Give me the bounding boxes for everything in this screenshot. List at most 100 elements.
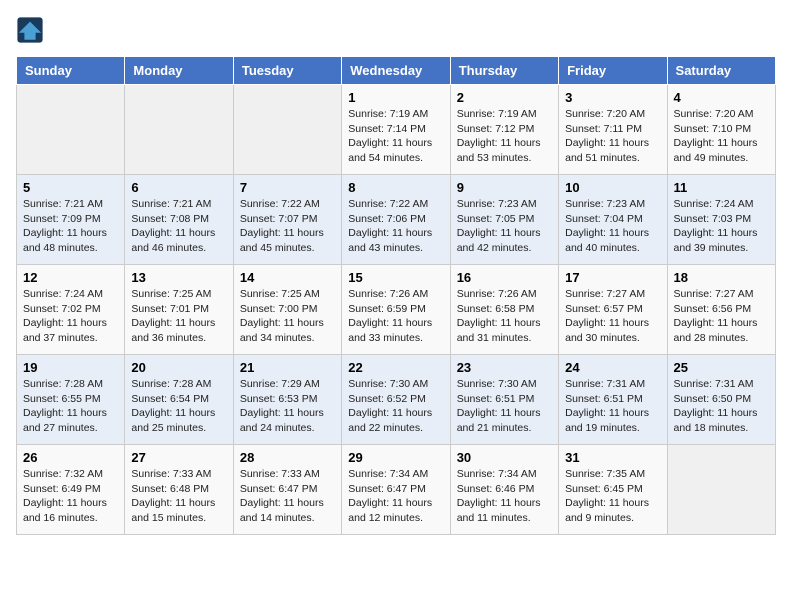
calendar-week-3: 12 Sunrise: 7:24 AM Sunset: 7:02 PM Dayli… xyxy=(17,265,776,355)
calendar-cell: 19 Sunrise: 7:28 AM Sunset: 6:55 PM Dayli… xyxy=(17,355,125,445)
calendar-cell: 27 Sunrise: 7:33 AM Sunset: 6:48 PM Dayli… xyxy=(125,445,233,535)
day-number: 20 xyxy=(131,360,226,375)
calendar-cell xyxy=(17,85,125,175)
calendar-cell: 25 Sunrise: 7:31 AM Sunset: 6:50 PM Dayli… xyxy=(667,355,775,445)
weekday-header-wednesday: Wednesday xyxy=(342,57,450,85)
day-number: 15 xyxy=(348,270,443,285)
weekday-header-saturday: Saturday xyxy=(667,57,775,85)
day-info: Sunrise: 7:23 AM Sunset: 7:05 PM Dayligh… xyxy=(457,197,552,256)
logo xyxy=(16,16,48,44)
page-header xyxy=(16,16,776,44)
day-number: 24 xyxy=(565,360,660,375)
calendar-cell: 22 Sunrise: 7:30 AM Sunset: 6:52 PM Dayli… xyxy=(342,355,450,445)
calendar-cell: 30 Sunrise: 7:34 AM Sunset: 6:46 PM Dayli… xyxy=(450,445,558,535)
day-number: 29 xyxy=(348,450,443,465)
day-info: Sunrise: 7:19 AM Sunset: 7:12 PM Dayligh… xyxy=(457,107,552,166)
calendar-cell: 21 Sunrise: 7:29 AM Sunset: 6:53 PM Dayli… xyxy=(233,355,341,445)
day-number: 26 xyxy=(23,450,118,465)
calendar-cell: 9 Sunrise: 7:23 AM Sunset: 7:05 PM Daylig… xyxy=(450,175,558,265)
day-info: Sunrise: 7:28 AM Sunset: 6:55 PM Dayligh… xyxy=(23,377,118,436)
calendar-cell: 13Sunrise: 7:25 AM Sunset: 7:01 PM Dayli… xyxy=(125,265,233,355)
day-number: 5 xyxy=(23,180,118,195)
day-number: 19 xyxy=(23,360,118,375)
calendar-week-4: 19 Sunrise: 7:28 AM Sunset: 6:55 PM Dayli… xyxy=(17,355,776,445)
day-info: Sunrise: 7:26 AM Sunset: 6:59 PM Dayligh… xyxy=(348,287,443,346)
calendar-cell xyxy=(233,85,341,175)
calendar-cell: 4 Sunrise: 7:20 AM Sunset: 7:10 PM Daylig… xyxy=(667,85,775,175)
day-info: Sunrise: 7:30 AM Sunset: 6:52 PM Dayligh… xyxy=(348,377,443,436)
day-info: Sunrise: 7:31 AM Sunset: 6:50 PM Dayligh… xyxy=(674,377,769,436)
calendar-cell: 7 Sunrise: 7:22 AM Sunset: 7:07 PM Daylig… xyxy=(233,175,341,265)
day-number: 4 xyxy=(674,90,769,105)
calendar-table: SundayMondayTuesdayWednesdayThursdayFrid… xyxy=(16,56,776,535)
day-info: Sunrise: 7:31 AM Sunset: 6:51 PM Dayligh… xyxy=(565,377,660,436)
calendar-cell: 17 Sunrise: 7:27 AM Sunset: 6:57 PM Dayli… xyxy=(559,265,667,355)
calendar-cell: 16 Sunrise: 7:26 AM Sunset: 6:58 PM Dayli… xyxy=(450,265,558,355)
calendar-cell: 2 Sunrise: 7:19 AM Sunset: 7:12 PM Daylig… xyxy=(450,85,558,175)
calendar-cell: 5 Sunrise: 7:21 AM Sunset: 7:09 PM Daylig… xyxy=(17,175,125,265)
calendar-cell: 3 Sunrise: 7:20 AM Sunset: 7:11 PM Daylig… xyxy=(559,85,667,175)
day-info: Sunrise: 7:19 AM Sunset: 7:14 PM Dayligh… xyxy=(348,107,443,166)
calendar-cell: 11Sunrise: 7:24 AM Sunset: 7:03 PM Dayli… xyxy=(667,175,775,265)
calendar-week-5: 26 Sunrise: 7:32 AM Sunset: 6:49 PM Dayli… xyxy=(17,445,776,535)
calendar-cell: 12 Sunrise: 7:24 AM Sunset: 7:02 PM Dayli… xyxy=(17,265,125,355)
calendar-cell: 8 Sunrise: 7:22 AM Sunset: 7:06 PM Daylig… xyxy=(342,175,450,265)
calendar-cell: 31Sunrise: 7:35 AM Sunset: 6:45 PM Dayli… xyxy=(559,445,667,535)
calendar-cell: 1Sunrise: 7:19 AM Sunset: 7:14 PM Daylig… xyxy=(342,85,450,175)
calendar-week-1: 1Sunrise: 7:19 AM Sunset: 7:14 PM Daylig… xyxy=(17,85,776,175)
day-number: 31 xyxy=(565,450,660,465)
weekday-header-row: SundayMondayTuesdayWednesdayThursdayFrid… xyxy=(17,57,776,85)
calendar-cell: 15 Sunrise: 7:26 AM Sunset: 6:59 PM Dayli… xyxy=(342,265,450,355)
day-number: 11 xyxy=(674,180,769,195)
day-number: 12 xyxy=(23,270,118,285)
calendar-week-2: 5 Sunrise: 7:21 AM Sunset: 7:09 PM Daylig… xyxy=(17,175,776,265)
calendar-cell: 28 Sunrise: 7:33 AM Sunset: 6:47 PM Dayli… xyxy=(233,445,341,535)
day-info: Sunrise: 7:21 AM Sunset: 7:08 PM Dayligh… xyxy=(131,197,226,256)
day-number: 25 xyxy=(674,360,769,375)
day-number: 27 xyxy=(131,450,226,465)
day-info: Sunrise: 7:33 AM Sunset: 6:48 PM Dayligh… xyxy=(131,467,226,526)
day-number: 3 xyxy=(565,90,660,105)
weekday-header-thursday: Thursday xyxy=(450,57,558,85)
calendar-cell: 10Sunrise: 7:23 AM Sunset: 7:04 PM Dayli… xyxy=(559,175,667,265)
day-number: 17 xyxy=(565,270,660,285)
calendar-body: 1Sunrise: 7:19 AM Sunset: 7:14 PM Daylig… xyxy=(17,85,776,535)
calendar-cell xyxy=(125,85,233,175)
calendar-cell xyxy=(667,445,775,535)
day-info: Sunrise: 7:28 AM Sunset: 6:54 PM Dayligh… xyxy=(131,377,226,436)
day-info: Sunrise: 7:32 AM Sunset: 6:49 PM Dayligh… xyxy=(23,467,118,526)
day-info: Sunrise: 7:22 AM Sunset: 7:06 PM Dayligh… xyxy=(348,197,443,256)
day-info: Sunrise: 7:27 AM Sunset: 6:57 PM Dayligh… xyxy=(565,287,660,346)
day-info: Sunrise: 7:20 AM Sunset: 7:11 PM Dayligh… xyxy=(565,107,660,166)
day-info: Sunrise: 7:24 AM Sunset: 7:02 PM Dayligh… xyxy=(23,287,118,346)
calendar-cell: 26 Sunrise: 7:32 AM Sunset: 6:49 PM Dayli… xyxy=(17,445,125,535)
calendar-cell: 20 Sunrise: 7:28 AM Sunset: 6:54 PM Dayli… xyxy=(125,355,233,445)
day-number: 8 xyxy=(348,180,443,195)
day-info: Sunrise: 7:26 AM Sunset: 6:58 PM Dayligh… xyxy=(457,287,552,346)
weekday-header-friday: Friday xyxy=(559,57,667,85)
day-number: 22 xyxy=(348,360,443,375)
day-number: 2 xyxy=(457,90,552,105)
weekday-header-sunday: Sunday xyxy=(17,57,125,85)
day-number: 30 xyxy=(457,450,552,465)
day-info: Sunrise: 7:23 AM Sunset: 7:04 PM Dayligh… xyxy=(565,197,660,256)
day-info: Sunrise: 7:30 AM Sunset: 6:51 PM Dayligh… xyxy=(457,377,552,436)
day-number: 6 xyxy=(131,180,226,195)
day-info: Sunrise: 7:34 AM Sunset: 6:46 PM Dayligh… xyxy=(457,467,552,526)
day-info: Sunrise: 7:21 AM Sunset: 7:09 PM Dayligh… xyxy=(23,197,118,256)
day-number: 28 xyxy=(240,450,335,465)
day-info: Sunrise: 7:22 AM Sunset: 7:07 PM Dayligh… xyxy=(240,197,335,256)
day-number: 9 xyxy=(457,180,552,195)
day-number: 7 xyxy=(240,180,335,195)
day-number: 21 xyxy=(240,360,335,375)
day-info: Sunrise: 7:33 AM Sunset: 6:47 PM Dayligh… xyxy=(240,467,335,526)
day-info: Sunrise: 7:27 AM Sunset: 6:56 PM Dayligh… xyxy=(674,287,769,346)
day-number: 16 xyxy=(457,270,552,285)
day-info: Sunrise: 7:29 AM Sunset: 6:53 PM Dayligh… xyxy=(240,377,335,436)
calendar-cell: 18 Sunrise: 7:27 AM Sunset: 6:56 PM Dayli… xyxy=(667,265,775,355)
day-info: Sunrise: 7:34 AM Sunset: 6:47 PM Dayligh… xyxy=(348,467,443,526)
day-number: 18 xyxy=(674,270,769,285)
day-info: Sunrise: 7:20 AM Sunset: 7:10 PM Dayligh… xyxy=(674,107,769,166)
day-number: 23 xyxy=(457,360,552,375)
weekday-header-tuesday: Tuesday xyxy=(233,57,341,85)
